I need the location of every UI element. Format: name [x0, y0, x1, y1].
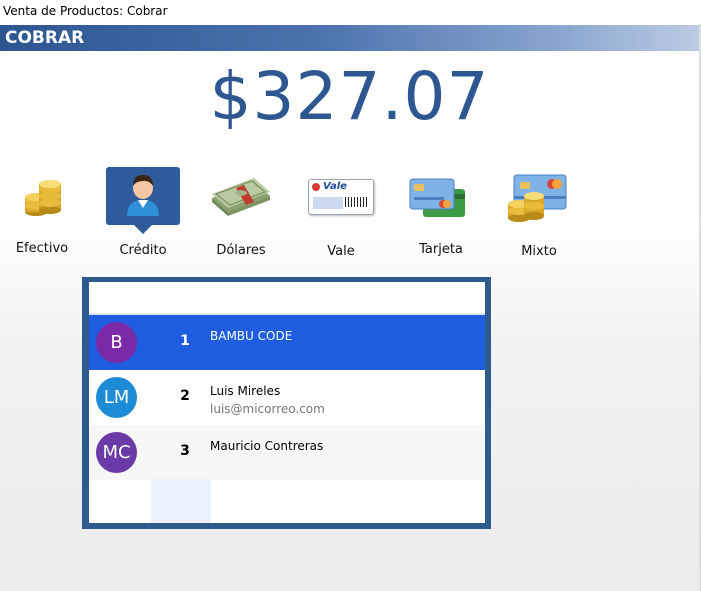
empty-cell	[151, 479, 211, 523]
payment-mixto-button[interactable]: Mixto	[494, 172, 584, 262]
customer-name: Luis Mireles	[210, 384, 281, 398]
payment-mixto-label: Mixto	[521, 244, 557, 259]
avatar: B	[96, 322, 137, 363]
payment-credito-label: Crédito	[119, 243, 167, 258]
avatar: LM	[96, 377, 137, 418]
user-icon	[127, 175, 159, 216]
customer-list-frame: B 1 BAMBU CODE LM 2 Luis Mireles luis@mi…	[82, 277, 491, 529]
customer-email: luis@micorreo.com	[210, 402, 325, 416]
avatar: MC	[96, 432, 137, 473]
customer-list[interactable]: B 1 BAMBU CODE LM 2 Luis Mireles luis@mi…	[89, 282, 485, 523]
voucher-icon: Vale	[308, 179, 374, 215]
payment-dolares-label: Dólares	[216, 243, 266, 258]
total-amount: $327.07	[209, 58, 490, 135]
payment-efectivo-label: Efectivo	[15, 241, 69, 256]
window-titlebar: Venta de Productos: Cobrar	[0, 0, 701, 24]
payment-dolares-button[interactable]: Dólares	[196, 172, 286, 262]
section-header: COBRAR	[0, 25, 699, 51]
payment-credito-button[interactable]: Crédito	[98, 172, 188, 262]
money-stack-icon	[212, 178, 270, 216]
customer-row[interactable]: MC 3 Mauricio Contreras	[89, 425, 485, 480]
customer-list-header	[89, 282, 485, 315]
payment-efectivo-button[interactable]: Efectivo	[0, 172, 87, 262]
payment-vale-button[interactable]: Vale Vale	[296, 172, 386, 262]
customer-row[interactable]: LM 2 Luis Mireles luis@micorreo.com	[89, 370, 485, 425]
credit-cards-icon	[409, 178, 465, 217]
customer-row[interactable]: B 1 BAMBU CODE	[89, 315, 485, 370]
voucher-icon-text: Vale	[323, 181, 347, 192]
customer-name: BAMBU CODE	[210, 329, 293, 343]
payment-vale-label: Vale	[327, 244, 355, 259]
section-title: COBRAR	[5, 28, 85, 48]
coins-card-icon	[508, 174, 567, 222]
window-title: Venta de Productos: Cobrar	[3, 4, 168, 18]
coins-icon	[25, 180, 61, 216]
payment-tarjeta-label: Tarjeta	[419, 242, 463, 257]
customer-number: 1	[180, 333, 190, 349]
payment-tarjeta-button[interactable]: Tarjeta	[396, 172, 486, 262]
customer-number: 3	[180, 443, 190, 459]
customer-name: Mauricio Contreras	[210, 439, 324, 453]
customer-number: 2	[180, 388, 190, 404]
